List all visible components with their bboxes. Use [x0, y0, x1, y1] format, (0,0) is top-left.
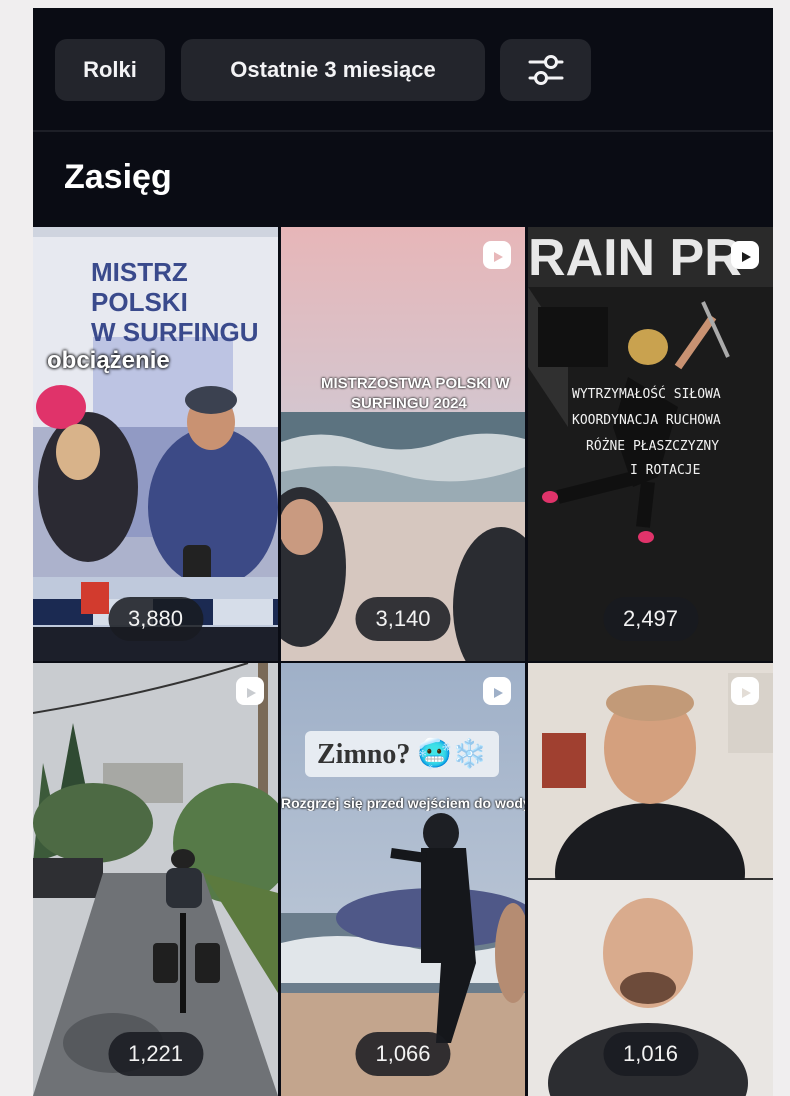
reel-thumbnail-4[interactable]: 1,221	[33, 663, 278, 1096]
thumbnail-title-line: MISTRZ	[91, 257, 188, 287]
thumbnail-caption: WYTRZYMAŁOŚĆ SIŁOWA	[572, 387, 721, 402]
thumbnail-caption: RÓŻNE PŁASZCZYZNY	[586, 439, 720, 454]
reels-icon	[483, 677, 511, 705]
content-type-filter-button[interactable]: Rolki	[55, 39, 165, 101]
thumbnail-title-line: POLSKI	[91, 287, 188, 317]
reels-insights-screen: Rolki Ostatnie 3 miesiące Zasięg MISTRZ …	[33, 8, 773, 1096]
date-range-filter-label: Ostatnie 3 miesiące	[230, 57, 436, 82]
section-title: Zasięg	[64, 158, 172, 196]
thumbnail-caption: MISTRZOSTWA POLSKI W	[321, 375, 510, 392]
thumbnail-title: Zimno? 🥶❄️	[305, 731, 500, 777]
reach-count: 1,066	[355, 1032, 451, 1076]
thumbnail-title-line: W SURFINGU	[91, 317, 259, 347]
thumbnail-caption: I ROTACJE	[630, 463, 701, 478]
sliders-icon	[528, 55, 563, 85]
reel-thumbnail-5[interactable]: Zimno? 🥶❄️ Rozgrzej się przed wejściem d…	[281, 663, 525, 1096]
content-type-filter-label: Rolki	[83, 57, 137, 82]
reels-icon	[731, 677, 759, 705]
reach-count: 1,221	[107, 1032, 204, 1076]
reach-count: 3,140	[355, 597, 451, 641]
reel-thumbnail-6[interactable]: 1,016	[528, 663, 773, 1096]
svg-text:RAIN PR: RAIN PR	[528, 229, 742, 287]
reels-icon	[483, 241, 511, 269]
reel-thumbnail-1[interactable]: MISTRZ POLSKI W SURFINGU obciążenie 3,88…	[33, 227, 278, 661]
reels-icon	[236, 677, 264, 705]
reach-count: 3,880	[107, 597, 204, 641]
thumbnail-caption: Rozgrzej się przed wejściem do wody	[281, 795, 525, 811]
filter-divider	[33, 130, 773, 132]
thumbnail-caption: SURFINGU 2024	[351, 395, 467, 412]
reels-icon	[731, 241, 759, 269]
reach-count: 2,497	[602, 597, 699, 641]
date-range-filter-button[interactable]: Ostatnie 3 miesiące	[181, 39, 485, 101]
thumbnail-image	[281, 227, 525, 661]
reel-thumbnail-3[interactable]: RAIN PR WYTRZYMAŁOŚĆ SIŁOWA KOORDYNACJA …	[528, 227, 773, 661]
reel-thumbnail-2[interactable]: MISTRZOSTWA POLSKI W SURFINGU 2024 3,140	[281, 227, 525, 661]
filter-bar: Rolki Ostatnie 3 miesiące	[33, 8, 773, 132]
filter-settings-button[interactable]	[500, 39, 591, 101]
thumbnail-caption: KOORDYNACJA RUCHOWA	[572, 413, 721, 428]
reach-count: 1,016	[602, 1032, 699, 1076]
thumbnail-caption: obciążenie	[47, 347, 170, 374]
